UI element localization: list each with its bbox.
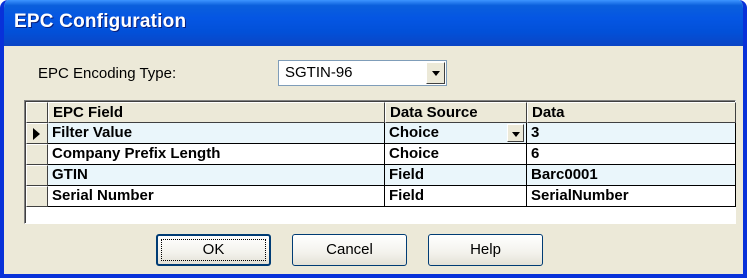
cell-data-source-value: Choice: [389, 124, 440, 141]
column-header-epc-field[interactable]: EPC Field: [48, 102, 385, 123]
table-row[interactable]: Filter Value Choice 3: [26, 123, 736, 144]
encoding-dropdown-button[interactable]: [426, 62, 445, 84]
cell-epc-field[interactable]: Serial Number: [48, 186, 385, 207]
cell-data[interactable]: 6: [527, 144, 736, 165]
cell-data-source[interactable]: Choice: [385, 144, 527, 165]
cell-data[interactable]: SerialNumber: [527, 186, 736, 207]
chevron-down-icon: [432, 71, 440, 76]
row-selector[interactable]: [26, 123, 48, 144]
window-title: EPC Configuration: [14, 11, 187, 32]
column-header-data-source[interactable]: Data Source: [385, 102, 527, 123]
cell-epc-field[interactable]: Company Prefix Length: [48, 144, 385, 165]
cell-epc-field[interactable]: Filter Value: [48, 123, 385, 144]
grid-corner-header[interactable]: [26, 102, 48, 123]
grid-header-row: EPC Field Data Source Data: [26, 102, 736, 123]
ok-button[interactable]: OK: [156, 234, 271, 266]
encoding-type-label: EPC Encoding Type:: [38, 65, 177, 82]
encoding-type-value: SGTIN-96: [285, 64, 353, 81]
cell-data-source[interactable]: Field: [385, 165, 527, 186]
row-selector[interactable]: [26, 144, 48, 165]
chevron-down-icon: [512, 132, 520, 137]
help-button[interactable]: Help: [428, 234, 543, 266]
row-selector[interactable]: [26, 165, 48, 186]
cell-data-source-select[interactable]: Choice: [385, 123, 527, 144]
help-button-label: Help: [470, 241, 501, 258]
current-row-pointer-icon: [33, 128, 40, 140]
column-header-data[interactable]: Data: [527, 102, 736, 123]
epc-configuration-dialog: EPC Configuration EPC Encoding Type: SGT…: [0, 0, 747, 278]
cell-data-source[interactable]: Field: [385, 186, 527, 207]
cell-data[interactable]: Barc0001: [527, 165, 736, 186]
encoding-type-select[interactable]: SGTIN-96: [278, 60, 447, 86]
table-row[interactable]: Company Prefix Length Choice 6: [26, 144, 736, 165]
data-source-dropdown-button[interactable]: [507, 124, 524, 142]
focus-rectangle: [161, 239, 266, 261]
cell-data[interactable]: 3: [527, 123, 736, 144]
table-row[interactable]: GTIN Field Barc0001: [26, 165, 736, 186]
epc-field-grid[interactable]: EPC Field Data Source Data Filter Value …: [24, 100, 736, 224]
table-row[interactable]: Serial Number Field SerialNumber: [26, 186, 736, 207]
row-selector[interactable]: [26, 186, 48, 207]
title-bar[interactable]: EPC Configuration: [4, 0, 743, 46]
cell-epc-field[interactable]: GTIN: [48, 165, 385, 186]
cancel-button[interactable]: Cancel: [292, 234, 407, 266]
dialog-client-area: EPC Encoding Type: SGTIN-96 EPC Field Da…: [4, 46, 743, 274]
cancel-button-label: Cancel: [326, 241, 373, 258]
